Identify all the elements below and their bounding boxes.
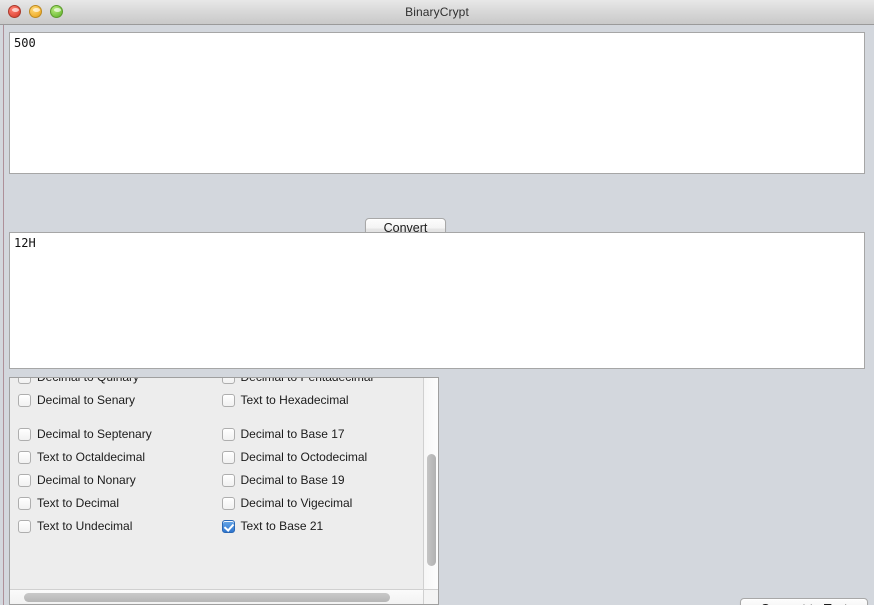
checkbox-label: Decimal to Base 17 bbox=[240, 427, 345, 441]
checkbox-row[interactable]: Decimal to Septenary bbox=[18, 423, 218, 446]
conversion-options-panel: Decimal to Quinary Decimal to Senary Decim… bbox=[9, 377, 439, 605]
checkbox-label: Text to Octaldecimal bbox=[37, 450, 146, 464]
vertical-scrollbar[interactable] bbox=[423, 378, 438, 591]
options-viewport: Decimal to Quinary Decimal to Senary Decim… bbox=[10, 378, 425, 591]
checkbox-unchecked-icon[interactable] bbox=[221, 497, 235, 510]
checkbox-row[interactable]: Decimal to Base 19 bbox=[221, 469, 426, 492]
scrollbar-corner bbox=[423, 589, 438, 604]
window-edge-accent bbox=[3, 25, 4, 605]
checkbox-row[interactable]: Decimal to Octodecimal bbox=[221, 446, 426, 469]
checkbox-row[interactable]: Decimal to Base 17 bbox=[221, 423, 426, 446]
horizontal-scrollbar-thumb[interactable] bbox=[24, 593, 390, 602]
title-bar: BinaryCrypt bbox=[0, 0, 874, 25]
checkbox-row[interactable]: Decimal to Nonary bbox=[18, 469, 218, 492]
input-textarea[interactable]: 500 bbox=[9, 32, 865, 174]
application-window: BinaryCrypt 500 Convert 12H Decimal to Q… bbox=[0, 0, 874, 605]
checkbox-unchecked-icon[interactable] bbox=[221, 451, 235, 464]
horizontal-scrollbar[interactable] bbox=[10, 589, 438, 604]
checkbox-row[interactable]: Decimal to Vigecimal bbox=[221, 492, 426, 515]
vertical-scrollbar-thumb[interactable] bbox=[427, 454, 436, 566]
options-column-right: Decimal to Pentadecimal Text to Hexadecim… bbox=[218, 378, 426, 538]
checkbox-label: Text to Decimal bbox=[37, 496, 120, 510]
checkbox-checked-icon[interactable] bbox=[221, 520, 235, 533]
checkbox-unchecked-icon[interactable] bbox=[18, 428, 31, 441]
output-textarea-value: 12H bbox=[14, 236, 36, 250]
output-textarea[interactable]: 12H bbox=[9, 232, 865, 369]
window-title: BinaryCrypt bbox=[405, 5, 469, 19]
checkbox-label: Text to Hexadecimal bbox=[240, 393, 349, 407]
checkbox-row[interactable]: Decimal to Senary bbox=[18, 389, 218, 412]
checkbox-unchecked-icon[interactable] bbox=[18, 520, 31, 533]
checkbox-unchecked-icon[interactable] bbox=[18, 474, 31, 487]
window-body: 500 Convert 12H Decimal to QuinaryDecima… bbox=[0, 25, 874, 605]
checkbox-label: Decimal to Pentadecimal bbox=[241, 378, 374, 384]
options-grid: Decimal to Quinary Decimal to Senary Decim… bbox=[10, 378, 425, 538]
checkbox-label: Decimal to Nonary bbox=[37, 473, 136, 487]
checkbox-label: Decimal to Quinary bbox=[37, 378, 139, 384]
checkbox-label: Decimal to Vigecimal bbox=[240, 496, 353, 510]
input-textarea-value: 500 bbox=[14, 36, 36, 50]
checkbox-row[interactable]: Text to Hexadecimal bbox=[221, 389, 426, 412]
checkbox-row[interactable]: Text to Base 21 bbox=[221, 515, 426, 538]
checkbox-unchecked-icon[interactable] bbox=[18, 378, 31, 384]
checkbox-label: Decimal to Septenary bbox=[37, 427, 152, 441]
checkbox-label: Decimal to Base 19 bbox=[240, 473, 345, 487]
checkbox-unchecked-icon[interactable] bbox=[18, 451, 31, 464]
checkbox-unchecked-icon[interactable] bbox=[221, 378, 235, 384]
checkbox-row[interactable]: Text to Decimal bbox=[18, 492, 218, 515]
checkbox-row[interactable]: Text to Octaldecimal bbox=[18, 446, 218, 469]
options-column-left: Decimal to Quinary Decimal to Senary Decim… bbox=[10, 378, 218, 538]
checkbox-unchecked-icon[interactable] bbox=[221, 394, 235, 407]
checkbox-row[interactable]: Decimal to Quinary bbox=[18, 378, 218, 389]
checkbox-label: Text to Undecimal bbox=[37, 519, 133, 533]
checkbox-label: Decimal to Octodecimal bbox=[240, 450, 368, 464]
convert-to-text-button[interactable]: Convert to Text bbox=[740, 598, 868, 605]
checkbox-unchecked-icon[interactable] bbox=[221, 428, 235, 441]
checkbox-unchecked-icon[interactable] bbox=[221, 474, 235, 487]
checkbox-label: Text to Base 21 bbox=[240, 519, 324, 533]
checkbox-label: Decimal to Senary bbox=[37, 393, 136, 407]
checkbox-row[interactable]: Decimal to Pentadecimal bbox=[221, 378, 426, 389]
checkbox-row[interactable]: Text to Undecimal bbox=[18, 515, 218, 538]
checkbox-unchecked-icon[interactable] bbox=[18, 394, 31, 407]
checkbox-unchecked-icon[interactable] bbox=[18, 497, 31, 510]
